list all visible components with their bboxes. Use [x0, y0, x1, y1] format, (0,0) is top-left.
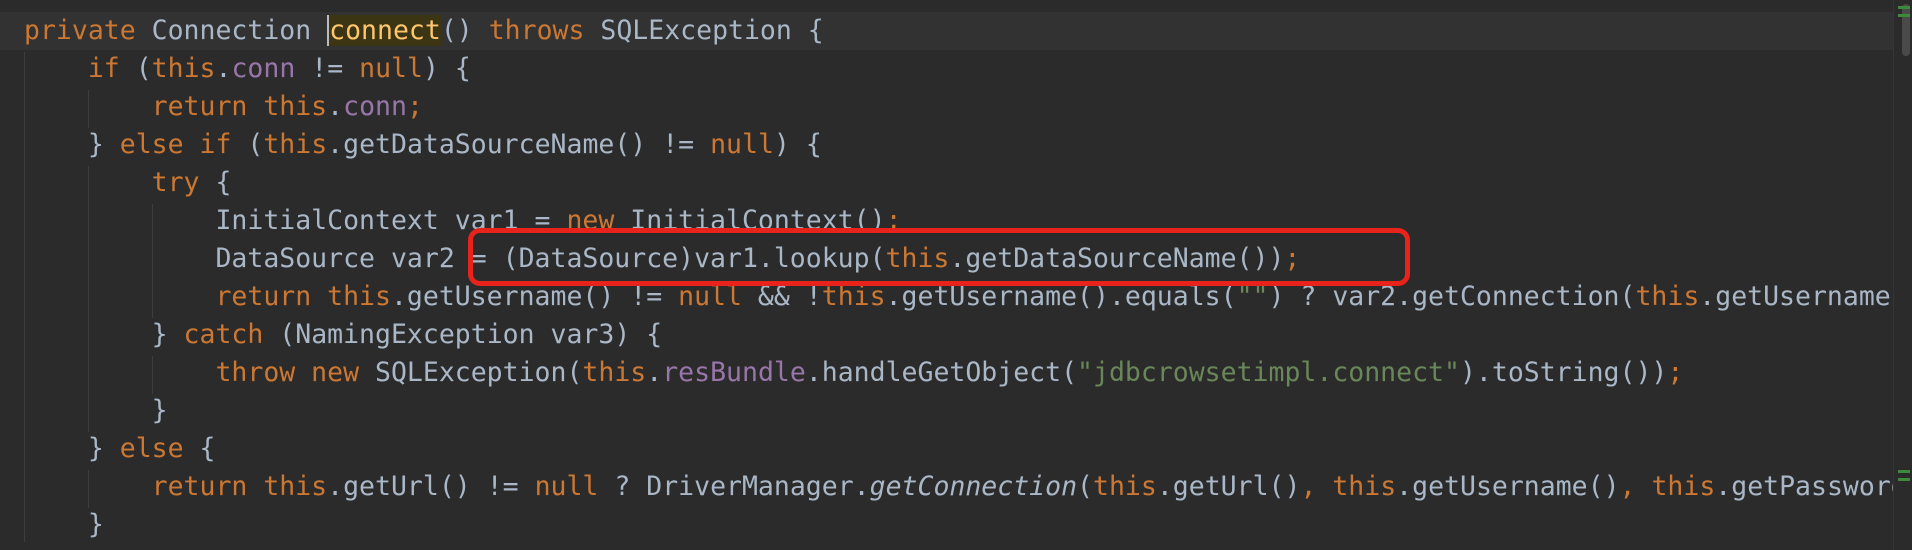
change-marker — [1898, 14, 1910, 17]
code-editor[interactable]: private Connection connect() throws SQLE… — [0, 0, 1912, 550]
code-token: ; — [1667, 357, 1684, 388]
code-token: private — [24, 15, 152, 46]
annotation-highlight-box — [468, 228, 1410, 286]
code-token: ( — [135, 53, 152, 84]
code-token: } — [24, 509, 104, 540]
code-token: () — [440, 15, 489, 46]
code-token: .getUrl() — [1156, 471, 1301, 502]
change-marker — [1898, 470, 1910, 473]
code-token: (NamingException var3) { — [279, 319, 663, 350]
scrollbar-thumb[interactable] — [1902, 4, 1910, 56]
code-token: catch — [183, 319, 280, 350]
code-token: . — [215, 53, 232, 84]
change-marker — [1898, 478, 1910, 481]
code-token: null — [710, 129, 774, 160]
code-token: conn — [343, 91, 407, 122]
code-token: , this — [1300, 471, 1397, 502]
code-line[interactable]: } else { — [24, 430, 1912, 468]
code-token: . — [646, 357, 663, 388]
code-token: ).toString()) — [1459, 357, 1668, 388]
code-token: resBundle — [662, 357, 806, 388]
code-token: this — [582, 357, 647, 388]
code-token: .handleGetObject( — [805, 357, 1078, 388]
code-token: ; — [406, 91, 423, 122]
code-token: return this — [215, 281, 391, 312]
code-token: Connection — [151, 15, 328, 46]
code-token: this — [1093, 471, 1157, 502]
code-token: this — [151, 53, 216, 84]
code-token: SQLException { — [600, 15, 824, 46]
code-token: } — [24, 433, 120, 464]
code-token: else if — [119, 129, 248, 160]
code-token: .getPassword — [1715, 471, 1907, 502]
code-line[interactable]: } catch (NamingException var3) { — [24, 316, 1912, 354]
code-token: SQLException( — [375, 357, 583, 388]
code-token: throws — [488, 15, 601, 46]
code-token-caret: connect — [327, 15, 441, 46]
code-token: .getDataSourceName() != — [327, 129, 711, 160]
code-token: ) { — [773, 129, 822, 160]
code-line[interactable]: throw new SQLException(this.resBundle.ha… — [24, 354, 1912, 392]
code-token: if — [87, 53, 136, 84]
code-token: null — [359, 53, 423, 84]
code-token: return this — [151, 471, 328, 502]
code-token: ( — [1077, 471, 1094, 502]
code-line[interactable]: try { — [24, 164, 1912, 202]
code-token: .getUsername( — [1699, 281, 1907, 312]
code-token: != — [295, 53, 360, 84]
code-token: ? DriverManager. — [614, 471, 870, 502]
code-line[interactable]: return this.conn; — [24, 88, 1912, 126]
code-token: "jdbcrowsetimpl.connect" — [1077, 357, 1460, 388]
code-token: ( — [247, 129, 264, 160]
vertical-scrollbar[interactable] — [1893, 0, 1912, 550]
code-token: this — [1635, 281, 1700, 312]
code-token: } — [24, 395, 168, 426]
code-line[interactable]: } — [24, 392, 1912, 430]
code-line[interactable]: private Connection connect() throws SQLE… — [0, 12, 1912, 50]
code-token: .getUrl() != — [327, 471, 535, 502]
change-marker — [1898, 6, 1910, 9]
code-token: null — [534, 471, 615, 502]
code-token: { — [215, 167, 232, 198]
code-token: getConnection — [869, 471, 1078, 502]
code-token: ) { — [422, 53, 471, 84]
code-token: this — [263, 129, 328, 160]
code-line[interactable]: } else if (this.getDataSourceName() != n… — [24, 126, 1912, 164]
code-token: , this — [1619, 471, 1716, 502]
code-token: .getUsername() — [1396, 471, 1620, 502]
code-token: . — [327, 91, 344, 122]
code-line[interactable]: if (this.conn != null) { — [24, 50, 1912, 88]
code-line[interactable]: return this.getUrl() != null ? DriverMan… — [24, 468, 1912, 506]
code-token: try — [151, 167, 216, 198]
code-token: else — [119, 433, 200, 464]
code-token: return this — [151, 91, 328, 122]
code-token: throw new — [215, 357, 375, 388]
code-token: { — [199, 433, 216, 464]
code-token: } — [24, 319, 184, 350]
code-token: } — [24, 129, 120, 160]
code-line[interactable]: } — [24, 506, 1912, 544]
code-token: conn — [231, 53, 296, 84]
